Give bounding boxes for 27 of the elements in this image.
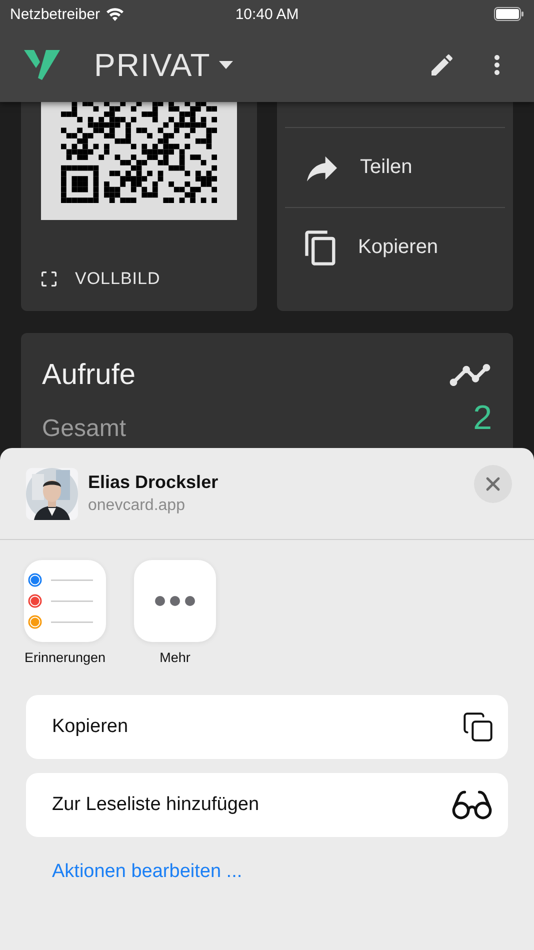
action-label: Kopieren — [52, 716, 128, 738]
fullscreen-icon — [39, 269, 59, 289]
copy-icon — [462, 711, 494, 743]
action-item[interactable]: Kopieren — [277, 208, 513, 287]
app-label: Erinnerungen — [24, 650, 106, 665]
app-label: Mehr — [160, 650, 190, 665]
sheet-action[interactable]: Kopieren — [26, 695, 508, 759]
close-button[interactable] — [474, 464, 512, 502]
clock-time: 10:40 AM — [235, 6, 299, 22]
battery-icon — [494, 7, 524, 21]
action-item[interactable]: Teilen — [277, 128, 513, 207]
share-app[interactable]: Erinnerungen — [19, 560, 111, 665]
site-url: onevcard.app — [88, 497, 186, 515]
fullscreen-button[interactable]: VOLLBILD — [39, 269, 257, 289]
card-title: Aufrufe — [42, 358, 136, 392]
sheet-action[interactable]: Zur Leseliste hinzufügen — [26, 773, 508, 837]
more-icon — [155, 596, 195, 606]
carrier-name: Netzbetreiber — [10, 6, 100, 22]
total-label: Gesamt — [42, 415, 126, 443]
logo-icon — [24, 50, 60, 80]
profile-dropdown[interactable]: PRIVAT — [94, 46, 233, 84]
wifi-icon — [106, 7, 124, 21]
action-label: Zur Leseliste hinzufügen — [52, 794, 260, 816]
contact-name: Elias Drocksler — [88, 472, 220, 493]
caret-icon — [218, 61, 233, 69]
share-app[interactable]: Mehr — [129, 560, 221, 665]
total-value: 2 — [473, 401, 492, 435]
